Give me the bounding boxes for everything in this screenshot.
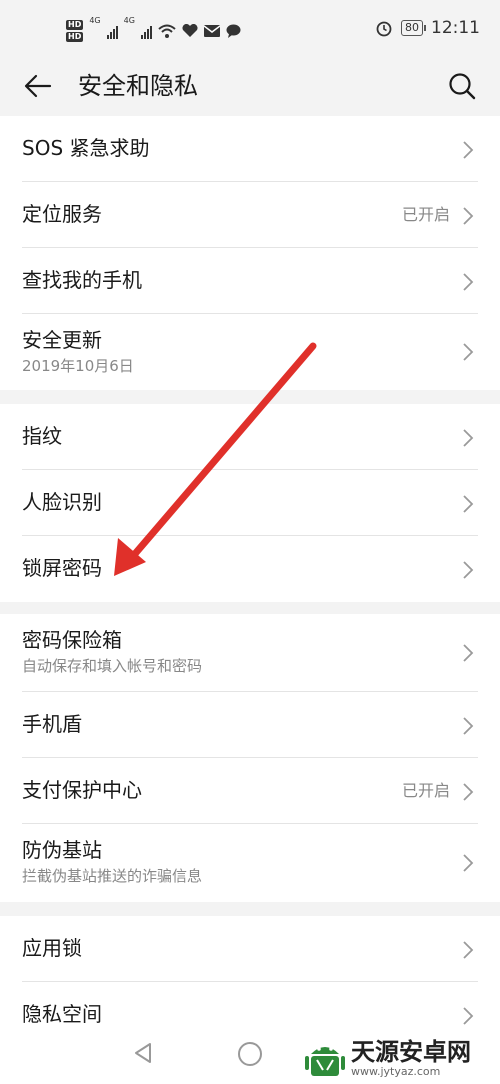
chevron-right-icon bbox=[463, 141, 474, 159]
wifi-icon bbox=[158, 24, 176, 38]
row-label: 手机盾 bbox=[22, 712, 82, 736]
row-label: 安全更新 bbox=[22, 328, 102, 352]
nav-back-icon[interactable] bbox=[132, 1042, 154, 1064]
settings-group-1: SOS 紧急求助 定位服务 已开启 查找我的手机 安全更新 2019年10月6日 bbox=[0, 116, 500, 390]
hd-badge-1: HD bbox=[66, 20, 84, 30]
row-phone-shield[interactable]: 手机盾 bbox=[0, 692, 500, 758]
row-subtitle: 2019年10月6日 bbox=[22, 357, 134, 375]
chevron-right-icon bbox=[463, 207, 474, 225]
row-subtitle: 拦截伪基站推送的诈骗信息 bbox=[22, 867, 203, 885]
battery-level: 80 bbox=[401, 20, 426, 36]
clock: 12:11 bbox=[431, 18, 480, 38]
row-password-vault[interactable]: 密码保险箱 自动保存和填入帐号和密码 bbox=[0, 614, 500, 692]
settings-group-3: 密码保险箱 自动保存和填入帐号和密码 手机盾 支付保护中心 已开启 防伪基站 拦… bbox=[0, 614, 500, 902]
row-label: 指纹 bbox=[22, 424, 62, 448]
alarm-icon bbox=[376, 21, 392, 37]
row-fingerprint[interactable]: 指纹 bbox=[0, 404, 500, 470]
hd-badge-2: HD bbox=[66, 32, 84, 42]
row-security-update[interactable]: 安全更新 2019年10月6日 bbox=[0, 314, 500, 390]
mail-icon bbox=[203, 25, 220, 37]
hd-badges: HD HD bbox=[66, 20, 84, 42]
search-icon[interactable] bbox=[446, 70, 478, 102]
row-label: 锁屏密码 bbox=[22, 556, 102, 580]
network-4g-label-1: 4G bbox=[89, 16, 101, 25]
row-payment-protection[interactable]: 支付保护中心 已开启 bbox=[0, 758, 500, 824]
row-app-lock[interactable]: 应用锁 bbox=[0, 916, 500, 982]
watermark-url: www.jytyaz.com bbox=[351, 1065, 441, 1078]
status-icons-left: HD HD 4G 4G bbox=[66, 16, 241, 46]
chevron-right-icon bbox=[463, 717, 474, 735]
page-title: 安全和隐私 bbox=[78, 72, 198, 100]
row-location[interactable]: 定位服务 已开启 bbox=[0, 182, 500, 248]
row-label: 应用锁 bbox=[22, 936, 82, 960]
status-bar: HD HD 4G 4G 80 12:11 bbox=[0, 0, 500, 60]
row-fake-base-station[interactable]: 防伪基站 拦截伪基站推送的诈骗信息 bbox=[0, 824, 500, 902]
watermark-name: 天源安卓网 bbox=[351, 1038, 471, 1066]
network-4g-label-2: 4G bbox=[123, 16, 135, 25]
row-label: 支付保护中心 bbox=[22, 778, 142, 802]
row-label: 防伪基站 bbox=[22, 838, 102, 862]
row-status-value: 已开启 bbox=[401, 781, 450, 800]
settings-group-2: 指纹 人脸识别 锁屏密码 bbox=[0, 404, 500, 602]
row-label: 查找我的手机 bbox=[22, 268, 142, 292]
app-header: 安全和隐私 bbox=[0, 60, 500, 116]
signal-icon-2 bbox=[140, 23, 152, 39]
status-icons-right: 80 12:11 bbox=[375, 18, 480, 38]
row-face-recognition[interactable]: 人脸识别 bbox=[0, 470, 500, 536]
row-label: 密码保险箱 bbox=[22, 628, 122, 652]
chat-icon bbox=[226, 24, 241, 38]
back-arrow-icon[interactable] bbox=[22, 70, 54, 102]
chevron-right-icon bbox=[463, 854, 474, 872]
row-label: 定位服务 bbox=[22, 202, 102, 226]
chevron-right-icon bbox=[463, 941, 474, 959]
chevron-right-icon bbox=[463, 495, 474, 513]
chevron-right-icon bbox=[463, 343, 474, 361]
row-status-value: 已开启 bbox=[401, 205, 450, 224]
android-logo-icon bbox=[305, 1047, 345, 1076]
chevron-right-icon bbox=[463, 273, 474, 291]
heart-rate-icon bbox=[182, 24, 198, 37]
watermark: 天源安卓网 www.jytyaz.com bbox=[305, 1036, 471, 1080]
chevron-right-icon bbox=[463, 644, 474, 662]
row-subtitle: 自动保存和填入帐号和密码 bbox=[22, 657, 203, 675]
row-label: SOS 紧急求助 bbox=[22, 136, 150, 160]
row-find-my-phone[interactable]: 查找我的手机 bbox=[0, 248, 500, 314]
chevron-right-icon bbox=[463, 783, 474, 801]
nav-home-icon[interactable] bbox=[238, 1042, 262, 1066]
chevron-right-icon bbox=[463, 561, 474, 579]
chevron-right-icon bbox=[463, 429, 474, 447]
row-lock-screen-password[interactable]: 锁屏密码 bbox=[0, 536, 500, 602]
row-label: 人脸识别 bbox=[22, 490, 102, 514]
signal-icon bbox=[106, 23, 118, 39]
row-sos[interactable]: SOS 紧急求助 bbox=[0, 116, 500, 182]
